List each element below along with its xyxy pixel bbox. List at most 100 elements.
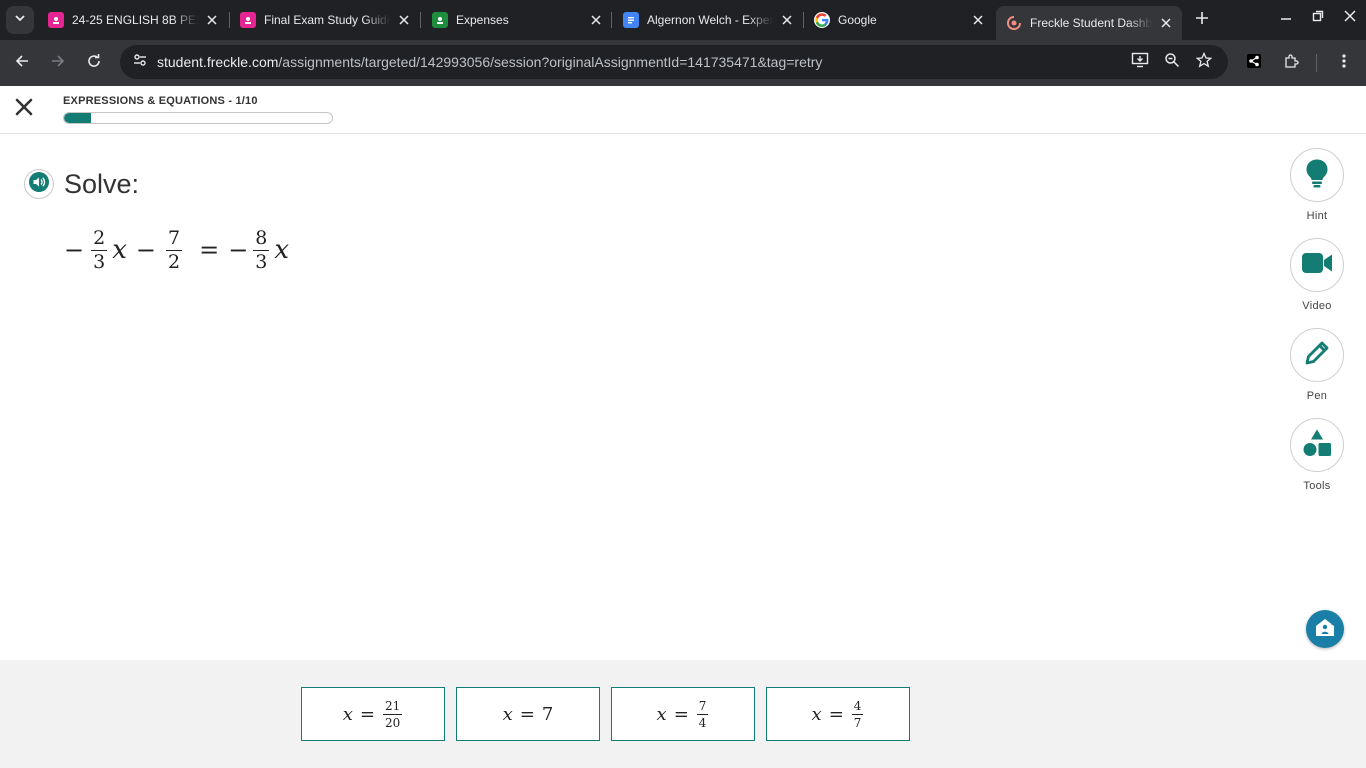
arrow-left-icon — [14, 53, 30, 74]
close-icon[interactable] — [204, 12, 220, 28]
numerator: 8 — [255, 226, 268, 249]
fraction: 8 3 — [253, 226, 270, 273]
fraction: 4 7 — [851, 700, 864, 730]
freckle-icon — [1006, 15, 1022, 31]
question-prompt: Solve: — [64, 169, 140, 199]
minimize-button[interactable] — [1270, 0, 1302, 36]
video-button[interactable] — [1290, 238, 1344, 292]
close-icon[interactable] — [970, 12, 986, 28]
tab-title: Final Exam Study Guide — [264, 13, 390, 27]
browser-toolbar: student.freckle.com/assignments/targeted… — [0, 40, 1366, 86]
extension-button[interactable] — [1241, 50, 1267, 76]
fraction: 7 2 — [165, 226, 183, 272]
hint-tool[interactable]: Hint — [1290, 148, 1344, 222]
variable: x — [342, 703, 353, 725]
chevron-down-icon — [14, 11, 26, 29]
close-icon[interactable] — [396, 12, 412, 28]
minus-sign: − — [228, 236, 249, 264]
browser-tab[interactable]: 24-25 ENGLISH 8B PER — [38, 6, 228, 34]
pen-tool[interactable]: Pen — [1290, 328, 1344, 402]
fraction: 2 3 — [91, 228, 108, 272]
equals-sign: = — [359, 703, 375, 725]
browser-tab[interactable]: Google — [804, 6, 994, 34]
restore-icon — [1312, 9, 1324, 27]
extensions-menu-button[interactable] — [1278, 50, 1304, 76]
url-text: student.freckle.com/assignments/targeted… — [157, 54, 822, 70]
close-icon — [15, 98, 33, 121]
classroom-icon — [240, 12, 256, 28]
browser-tab[interactable]: Expenses — [422, 6, 612, 34]
tab-title: Google — [838, 13, 877, 27]
browser-tab[interactable]: Algernon Welch - Expenses — [613, 6, 803, 34]
denominator: 7 — [851, 713, 864, 730]
tab-separator — [420, 12, 421, 28]
zoom-out-icon — [1164, 52, 1180, 73]
fraction: 21 20 — [382, 698, 403, 730]
equals-sign: = — [519, 703, 535, 725]
browser-tab[interactable]: Final Exam Study Guide — [230, 6, 420, 34]
answer-choice[interactable]: x = 4 7 — [766, 687, 910, 741]
minimize-icon — [1280, 9, 1292, 27]
classroom-icon — [48, 12, 64, 28]
tools-tool[interactable]: Tools — [1290, 418, 1344, 492]
pen-button[interactable] — [1290, 328, 1344, 382]
minus-sign: − — [135, 236, 156, 264]
new-tab-button[interactable] — [1191, 9, 1213, 31]
answer-area: x = 21 20 x = 7 x = 7 4 x = 4 7 — [0, 660, 1366, 768]
tab-title: Expenses — [456, 13, 509, 27]
site-info-button[interactable] — [126, 48, 154, 76]
equals-sign: = — [199, 236, 220, 264]
pencil-icon — [1303, 339, 1331, 372]
more-vert-icon — [1342, 53, 1346, 74]
install-icon — [1131, 51, 1149, 74]
numerator: 21 — [384, 698, 401, 713]
reload-button[interactable] — [79, 48, 109, 78]
close-icon — [1344, 9, 1356, 27]
equals-sign: = — [828, 703, 844, 725]
address-bar[interactable]: student.freckle.com/assignments/targeted… — [120, 45, 1228, 79]
tab-search-button[interactable] — [6, 6, 34, 34]
zoom-button[interactable] — [1160, 50, 1184, 74]
tab-separator — [611, 12, 612, 28]
tab-title: 24-25 ENGLISH 8B PER — [72, 13, 198, 27]
exit-session-button[interactable] — [10, 95, 38, 123]
close-icon[interactable] — [779, 12, 795, 28]
close-icon[interactable] — [1158, 15, 1174, 31]
tab-title: Algernon Welch - Expenses — [647, 13, 773, 27]
browser-tab-active[interactable]: Freckle Student Dashboard — [996, 6, 1182, 40]
equation: − 2 3 x − 7 2 = − 8 3 x — [64, 226, 289, 274]
shapes-icon — [1302, 428, 1332, 463]
bookmark-button[interactable] — [1192, 50, 1216, 74]
reload-icon — [86, 53, 102, 74]
plus-icon — [1195, 11, 1209, 30]
install-app-button[interactable] — [1128, 50, 1152, 74]
progress-fill — [64, 113, 91, 123]
answer-choice[interactable]: x = 7 — [456, 687, 600, 741]
browser-menu-button[interactable] — [1331, 50, 1357, 76]
answer-choice[interactable]: x = 21 20 — [301, 687, 445, 741]
denominator: 20 — [382, 713, 403, 730]
tools-label: Tools — [1303, 480, 1331, 492]
variable: x — [502, 703, 513, 725]
progress-bar — [63, 112, 333, 124]
denominator: 3 — [253, 249, 270, 273]
help-button[interactable]: ? — [1306, 610, 1344, 648]
close-icon[interactable] — [588, 12, 604, 28]
hint-button[interactable] — [1290, 148, 1344, 202]
window-close-button[interactable] — [1334, 0, 1366, 36]
numerator: 7 — [167, 226, 181, 249]
lightbulb-icon — [1304, 158, 1330, 193]
equals-sign: = — [673, 703, 689, 725]
video-label: Video — [1302, 300, 1332, 312]
answer-choice[interactable]: x = 7 4 — [611, 687, 755, 741]
minus-sign: − — [64, 236, 85, 264]
variable: x — [811, 703, 822, 725]
video-tool[interactable]: Video — [1290, 238, 1344, 312]
read-aloud-button[interactable] — [24, 169, 54, 199]
tools-button[interactable] — [1290, 418, 1344, 472]
variable: x — [112, 235, 127, 265]
maximize-button[interactable] — [1302, 0, 1334, 36]
back-button[interactable] — [7, 48, 37, 78]
variable: x — [656, 703, 667, 725]
forward-button[interactable] — [43, 48, 73, 78]
